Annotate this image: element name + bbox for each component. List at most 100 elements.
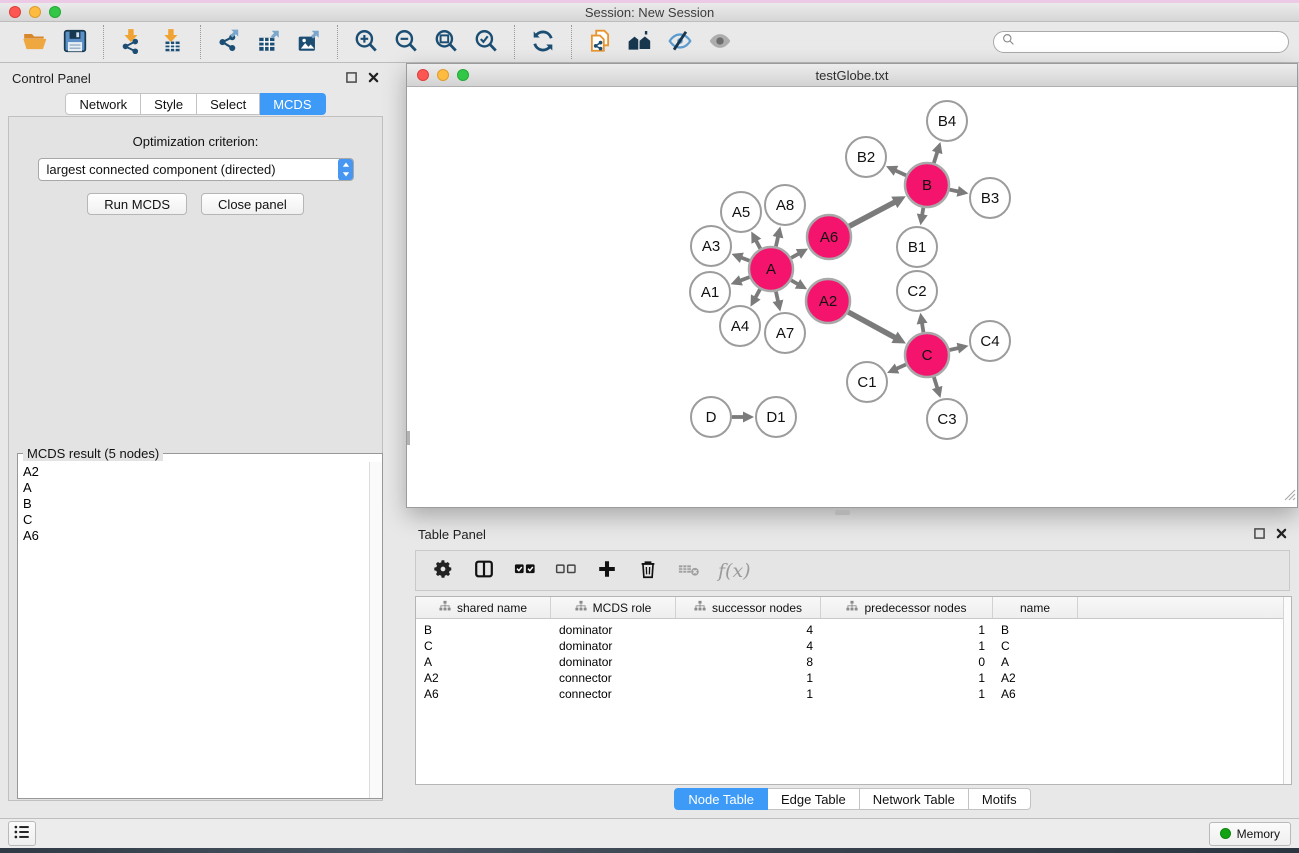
settings-gear-button[interactable]	[431, 558, 455, 584]
optimization-criterion-select[interactable]: largest connected component (directed)	[38, 158, 354, 181]
toolbar-separator	[103, 25, 104, 59]
select-all-rows-button[interactable]	[513, 558, 537, 584]
search-field[interactable]	[993, 31, 1289, 53]
tab-motifs[interactable]: Motifs	[969, 788, 1031, 810]
new-network-from-file-button[interactable]	[582, 25, 618, 59]
save-session-button[interactable]	[57, 25, 93, 59]
column-header-shared-name[interactable]: shared name	[416, 597, 551, 618]
split-panel-button[interactable]	[472, 558, 496, 584]
network-close-button[interactable]	[417, 69, 429, 81]
graph-node-A3[interactable]: A3	[691, 226, 731, 266]
close-window-button[interactable]	[9, 6, 21, 18]
graph-node-D[interactable]: D	[691, 397, 731, 437]
graph-node-A2[interactable]: A2	[806, 279, 850, 323]
column-header-successor-nodes[interactable]: successor nodes	[676, 597, 821, 618]
add-column-button[interactable]	[595, 558, 619, 584]
tab-select[interactable]: Select	[197, 93, 260, 115]
graph-node-C2[interactable]: C2	[897, 271, 937, 311]
graph-node-B4[interactable]: B4	[927, 101, 967, 141]
column-header-name[interactable]: name	[993, 597, 1078, 618]
result-list-item[interactable]: A2	[23, 464, 369, 480]
result-scrollbar[interactable]	[369, 462, 382, 798]
column-header-MCDS-role[interactable]: MCDS role	[551, 597, 676, 618]
network-zoom-button[interactable]	[457, 69, 469, 81]
graph-node-A[interactable]: A	[749, 247, 793, 291]
network-canvas[interactable]: B4 B2 B B3 A8A5 A6 A3 B1 A A1 C2 A2 A4A7 C4 C C1 D D1 C3	[407, 88, 1297, 507]
run-mcds-button[interactable]: Run MCDS	[87, 193, 187, 215]
graph-node-C3[interactable]: C3	[927, 399, 967, 439]
delete-table-button	[677, 558, 701, 584]
export-network-button[interactable]	[211, 25, 247, 59]
result-list-item[interactable]: C	[23, 512, 369, 528]
float-table-panel-button[interactable]	[1254, 527, 1265, 542]
column-header-predecessor-nodes[interactable]: predecessor nodes	[821, 597, 993, 618]
table-row[interactable]: Cdominator41C	[416, 638, 1291, 654]
tab-mcds[interactable]: MCDS	[260, 93, 325, 115]
graph-edge[interactable]	[849, 201, 896, 226]
open-session-button[interactable]	[17, 25, 53, 59]
close-table-panel-button[interactable]	[1276, 527, 1287, 542]
graph-node-B3[interactable]: B3	[970, 178, 1010, 218]
result-list-item[interactable]: A6	[23, 528, 369, 544]
export-table-button[interactable]	[251, 25, 287, 59]
graph-node-D1[interactable]: D1	[756, 397, 796, 437]
close-panel-button[interactable]	[368, 71, 379, 86]
zoom-out-button[interactable]	[388, 25, 424, 59]
graph-node-C[interactable]: C	[905, 333, 949, 377]
table-scrollbar[interactable]	[1283, 597, 1291, 784]
result-list-item[interactable]: A	[23, 480, 369, 496]
toggle-panels-button[interactable]	[662, 25, 698, 59]
minimize-window-button[interactable]	[29, 6, 41, 18]
tab-node-table[interactable]: Node Table	[674, 788, 768, 810]
import-table-button[interactable]	[154, 25, 190, 59]
mcds-result-list[interactable]: A2ABCA6	[18, 462, 369, 798]
graph-node-A7[interactable]: A7	[765, 313, 805, 353]
close-panel-action-button[interactable]: Close panel	[201, 193, 304, 215]
graph-edge[interactable]	[848, 312, 896, 338]
network-window-titlebar: testGlobe.txt	[407, 64, 1297, 87]
tab-network-table[interactable]: Network Table	[860, 788, 969, 810]
tab-style[interactable]: Style	[141, 93, 197, 115]
left-splitter-handle[interactable]	[407, 431, 410, 445]
graph-node-A5[interactable]: A5	[721, 192, 761, 232]
table-row[interactable]: Bdominator41B	[416, 622, 1291, 638]
svg-text:C3: C3	[937, 411, 956, 428]
table-cell: A6	[416, 687, 551, 701]
graph-node-A6[interactable]: A6	[807, 215, 851, 259]
table-row[interactable]: Adominator80A	[416, 654, 1291, 670]
zoom-fit-button[interactable]	[428, 25, 464, 59]
export-image-button[interactable]	[291, 25, 327, 59]
graph-node-A4[interactable]: A4	[720, 306, 760, 346]
toolbar-group	[341, 25, 511, 59]
main-toolbar	[0, 22, 1299, 63]
zoom-window-button[interactable]	[49, 6, 61, 18]
network-minimize-button[interactable]	[437, 69, 449, 81]
deselect-all-rows-button[interactable]	[554, 558, 578, 584]
tab-edge-table[interactable]: Edge Table	[768, 788, 860, 810]
home-button[interactable]	[622, 25, 658, 59]
horizontal-splitter-handle[interactable]	[835, 510, 850, 515]
svg-text:C1: C1	[857, 374, 876, 391]
resize-grip-icon[interactable]	[1282, 487, 1296, 506]
graph-node-A8[interactable]: A8	[765, 185, 805, 225]
table-row[interactable]: A2connector11A2	[416, 670, 1291, 686]
import-network-button[interactable]	[114, 25, 150, 59]
search-input[interactable]	[1020, 35, 1280, 49]
refresh-button[interactable]	[525, 25, 561, 59]
graph-node-C1[interactable]: C1	[847, 362, 887, 402]
table-row[interactable]: A6connector11A6	[416, 686, 1291, 702]
zoom-selected-button[interactable]	[468, 25, 504, 59]
memory-button[interactable]: Memory	[1209, 822, 1291, 846]
graph-node-C4[interactable]: C4	[970, 321, 1010, 361]
task-history-button[interactable]	[8, 821, 36, 846]
float-panel-button[interactable]	[346, 71, 357, 86]
graph-node-B2[interactable]: B2	[846, 137, 886, 177]
show-details-button[interactable]	[702, 25, 738, 59]
result-list-item[interactable]: B	[23, 496, 369, 512]
graph-node-A1[interactable]: A1	[690, 272, 730, 312]
graph-node-B[interactable]: B	[905, 163, 949, 207]
graph-node-B1[interactable]: B1	[897, 227, 937, 267]
delete-column-button[interactable]	[636, 558, 660, 584]
zoom-in-button[interactable]	[348, 25, 384, 59]
tab-network[interactable]: Network	[65, 93, 141, 115]
